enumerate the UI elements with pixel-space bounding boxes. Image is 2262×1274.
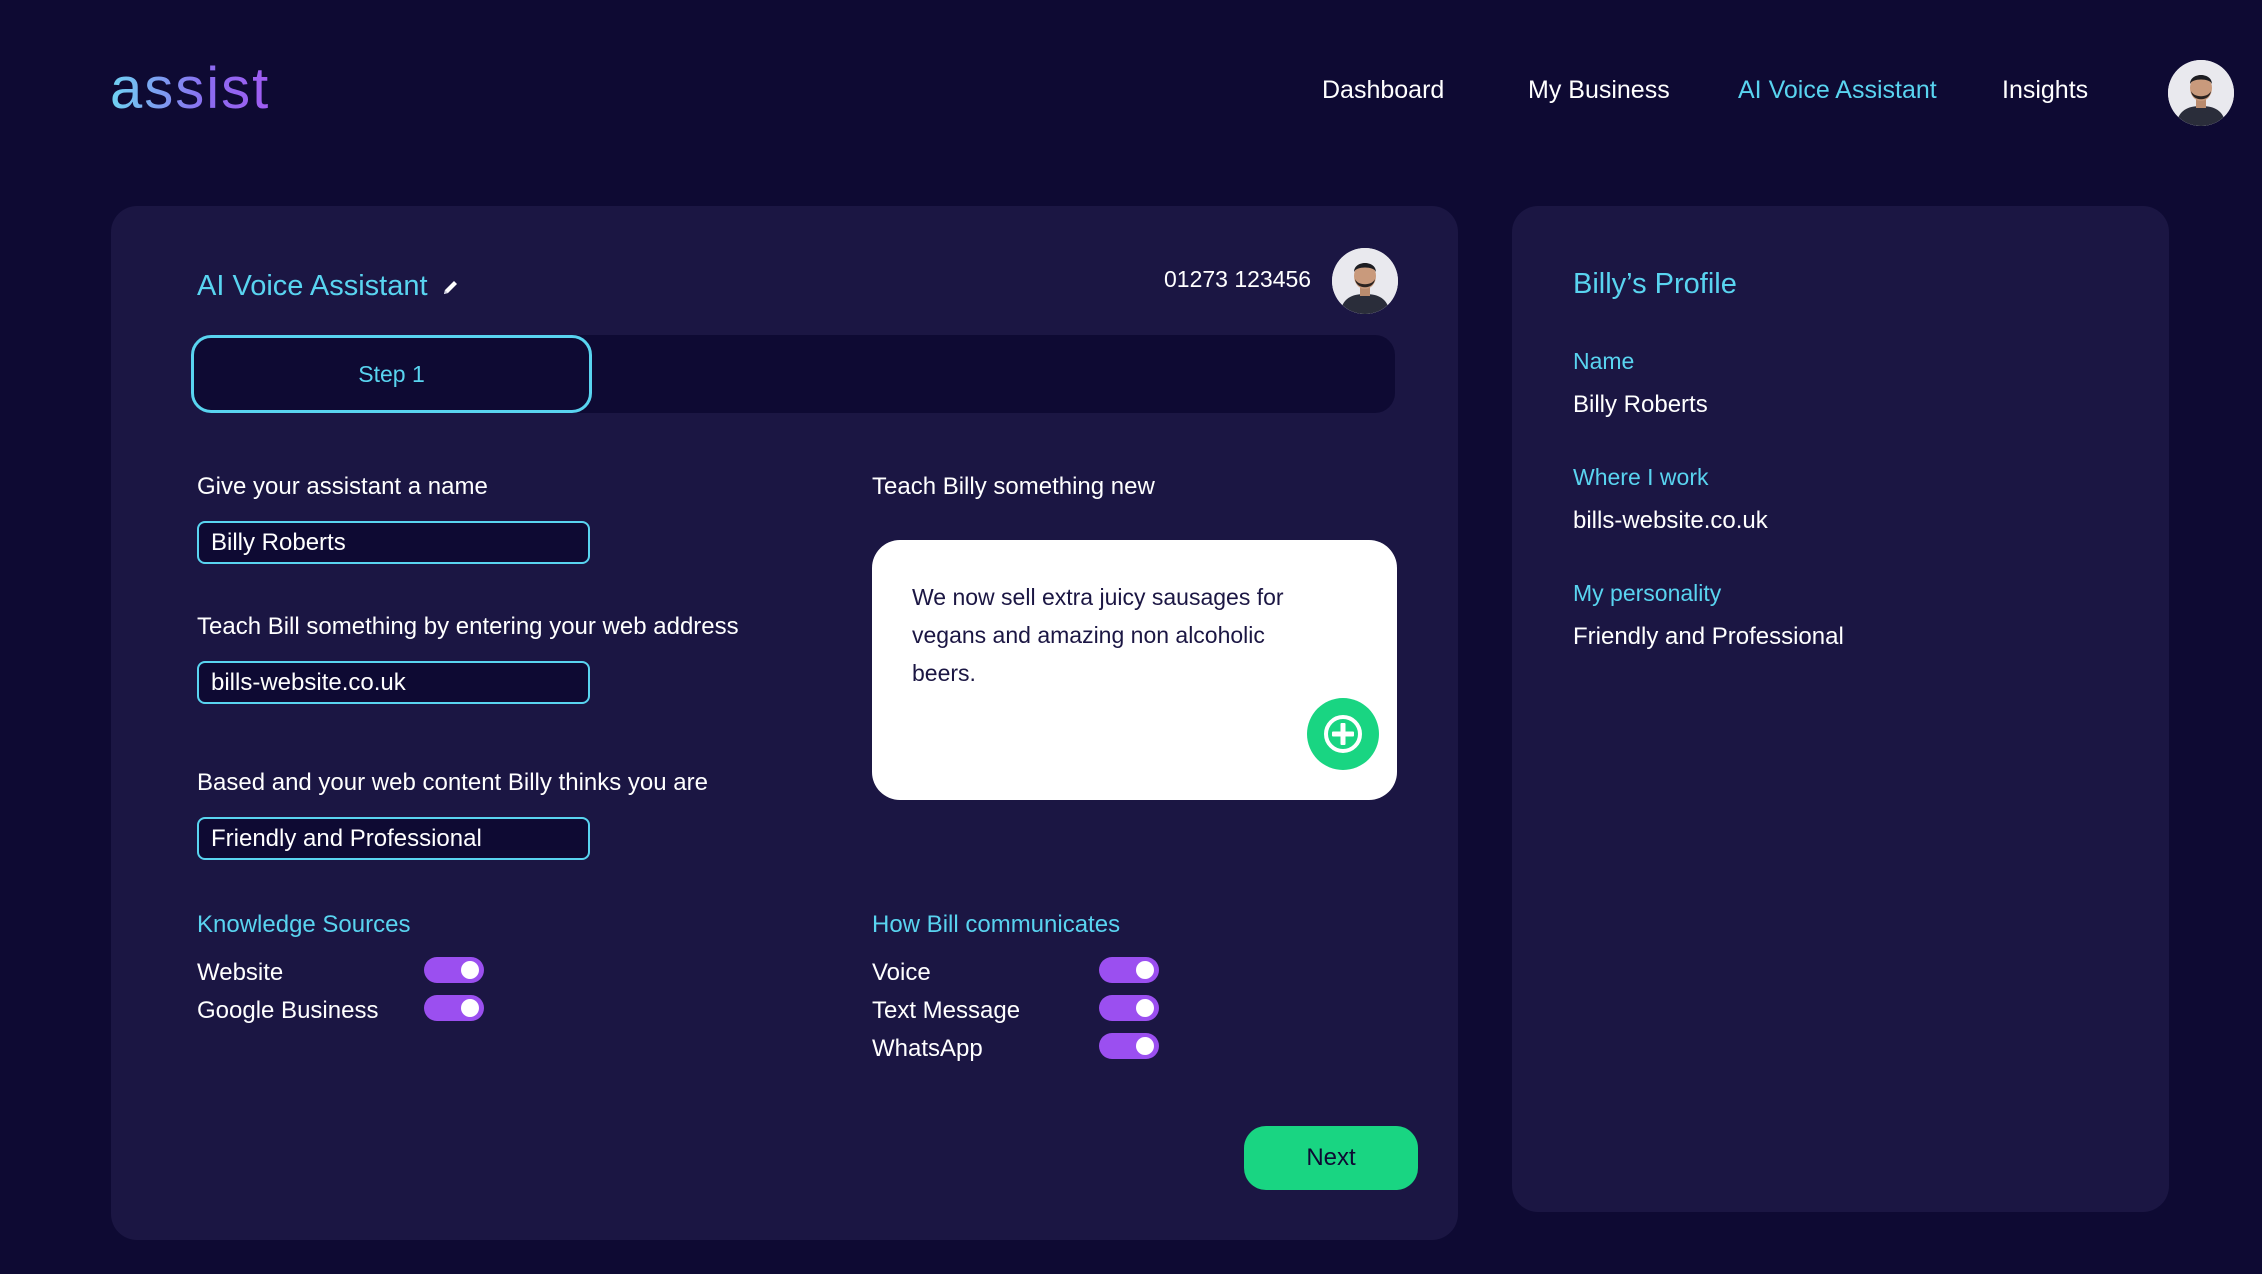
toggle-label-text-message: Text Message: [872, 997, 1021, 1024]
teach-label: Teach Billy something new: [872, 473, 1155, 500]
toggle-knob: [1136, 961, 1154, 979]
profile-name-label: Name: [1573, 348, 1635, 374]
teach-text[interactable]: We now sell extra juicy sausages for veg…: [912, 578, 1332, 692]
knowledge-sources-title: Knowledge Sources: [197, 911, 411, 938]
toggle-label-google-business: Google Business: [197, 997, 379, 1024]
toggle-knob: [1136, 1037, 1154, 1055]
card-title: AI Voice Assistant: [197, 270, 460, 303]
profile-personality-label: My personality: [1573, 580, 1722, 606]
toggle-google-business[interactable]: [424, 995, 484, 1021]
user-avatar[interactable]: [2168, 60, 2234, 126]
assistant-name-input[interactable]: [197, 521, 590, 564]
assistant-card: AI Voice Assistant 01273 123456 Step 1 G…: [111, 206, 1458, 1240]
next-button[interactable]: Next: [1244, 1126, 1418, 1190]
web-address-label: Teach Bill something by entering your we…: [197, 613, 739, 640]
nav-ai-voice-assistant[interactable]: AI Voice Assistant: [1738, 76, 1937, 105]
communicates-title: How Bill communicates: [872, 911, 1121, 938]
logo[interactable]: assist: [110, 55, 270, 122]
toggle-website[interactable]: [424, 957, 484, 983]
avatar-icon: [1332, 248, 1398, 314]
add-button[interactable]: [1307, 698, 1379, 770]
add-icon: [1324, 715, 1362, 753]
phone-number: 01273 123456: [1164, 266, 1312, 292]
nav-dashboard[interactable]: Dashboard: [1322, 76, 1444, 105]
profile-title: Billy’s Profile: [1573, 268, 1737, 300]
toggle-text-message[interactable]: [1099, 995, 1159, 1021]
profile-personality-value: Friendly and Professional: [1573, 623, 1844, 650]
stepper: Step 1: [191, 335, 1395, 413]
personality-input[interactable]: [197, 817, 590, 860]
teach-textbox[interactable]: We now sell extra juicy sausages for veg…: [872, 540, 1397, 800]
card-title-text: AI Voice Assistant: [197, 270, 428, 302]
toggle-label-whatsapp: WhatsApp: [872, 1035, 983, 1062]
nav-insights[interactable]: Insights: [2002, 76, 2088, 105]
personality-label: Based and your web content Billy thinks …: [197, 769, 708, 796]
profile-work-value: bills-website.co.uk: [1573, 507, 1768, 534]
pencil-icon[interactable]: [442, 278, 460, 296]
nav-my-business[interactable]: My Business: [1528, 76, 1670, 105]
profile-card: Billy’s Profile Name Billy Roberts Where…: [1512, 206, 2169, 1212]
toggle-voice[interactable]: [1099, 957, 1159, 983]
toggle-whatsapp[interactable]: [1099, 1033, 1159, 1059]
web-address-input[interactable]: [197, 661, 590, 704]
profile-work-label: Where I work: [1573, 464, 1709, 490]
assistant-avatar: [1332, 248, 1398, 314]
toggle-knob: [1136, 999, 1154, 1017]
toggle-label-website: Website: [197, 959, 284, 986]
avatar-icon: [2168, 60, 2234, 126]
profile-name-value: Billy Roberts: [1573, 391, 1708, 418]
toggle-knob: [461, 999, 479, 1017]
step-1-tab[interactable]: Step 1: [191, 335, 592, 413]
page: assist Dashboard My Business AI Voice As…: [0, 0, 2262, 1274]
toggle-knob: [461, 961, 479, 979]
name-label: Give your assistant a name: [197, 473, 488, 500]
toggle-label-voice: Voice: [872, 959, 931, 986]
